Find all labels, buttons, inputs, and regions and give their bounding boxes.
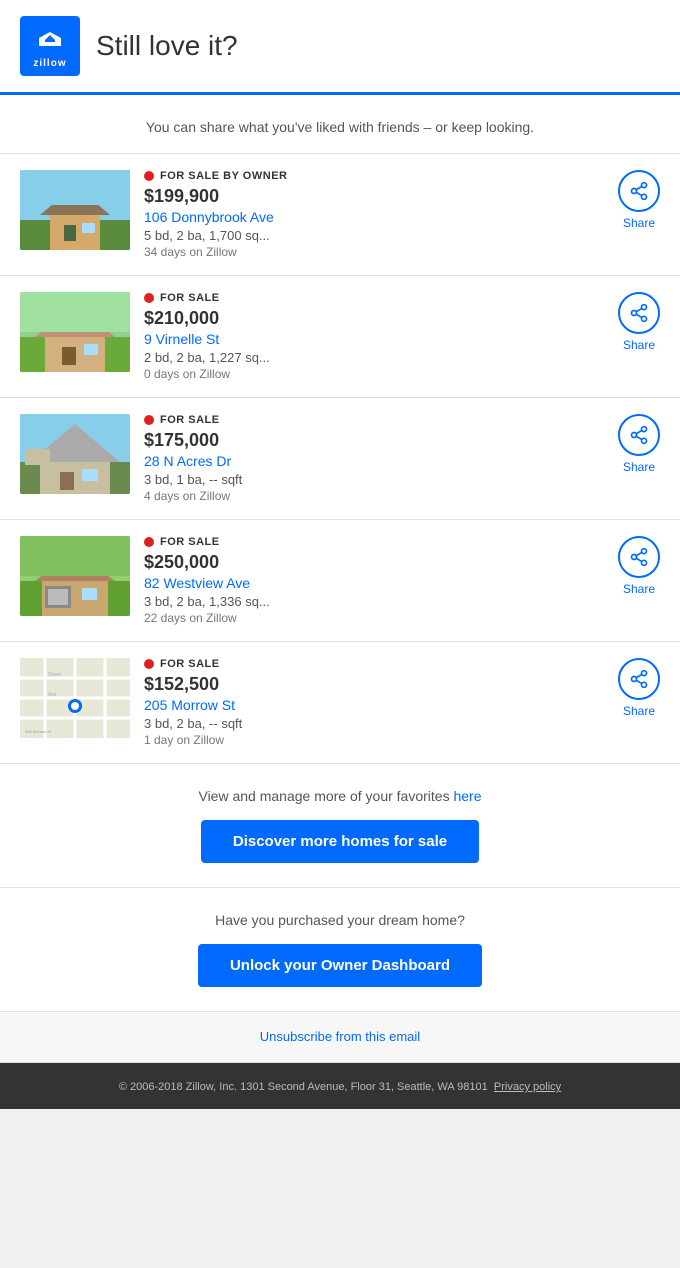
zillow-logo: zillow [20, 16, 80, 76]
status-dot [144, 659, 154, 669]
badge-label: FOR SALE [160, 658, 220, 670]
listing-price-3: $175,000 [144, 430, 608, 451]
listing-days-5: 1 day on Zillow [144, 733, 608, 747]
svg-text:205 Morrow St: 205 Morrow St [25, 729, 52, 734]
unsubscribe-link[interactable]: Unsubscribe from this email [260, 1029, 420, 1044]
owner-dashboard-button[interactable]: Unlock your Owner Dashboard [198, 944, 482, 987]
listing-badge-5: FOR SALE [144, 658, 608, 670]
listing-price-1: $199,900 [144, 186, 608, 207]
listing-address-3[interactable]: 28 N Acres Dr [144, 453, 608, 469]
zillow-wordmark: zillow [33, 58, 66, 69]
zillow-z-icon [35, 24, 65, 58]
listing-details-1: 5 bd, 2 ba, 1,700 sq... [144, 228, 608, 243]
privacy-policy-link[interactable]: Privacy policy [494, 1081, 561, 1093]
listing-price-5: $152,500 [144, 674, 608, 695]
share-label-3: Share [623, 460, 655, 474]
listing-info-3: FOR SALE $175,000 28 N Acres Dr 3 bd, 1 … [144, 414, 608, 503]
owner-text: Have you purchased your dream home? [20, 912, 660, 928]
listing-image-2 [20, 292, 130, 372]
listing-details-4: 3 bd, 2 ba, 1,336 sq... [144, 594, 608, 609]
listing-item: Street Ave 205 Morrow St FOR SALE $152,5… [0, 642, 680, 764]
badge-label: FOR SALE [160, 414, 220, 426]
discover-homes-button[interactable]: Discover more homes for sale [201, 820, 479, 863]
listing-item: FOR SALE $175,000 28 N Acres Dr 3 bd, 1 … [0, 398, 680, 520]
listing-price-4: $250,000 [144, 552, 608, 573]
status-dot [144, 171, 154, 181]
listing-days-2: 0 days on Zillow [144, 367, 608, 381]
favorites-section: View and manage more of your favorites h… [0, 764, 680, 888]
listing-badge-1: FOR SALE BY OWNER [144, 170, 608, 182]
header: zillow Still love it? [0, 0, 680, 95]
share-label-2: Share [623, 338, 655, 352]
listing-badge-4: FOR SALE [144, 536, 608, 548]
footer: © 2006-2018 Zillow, Inc. 1301 Second Ave… [0, 1063, 680, 1109]
listing-badge-3: FOR SALE [144, 414, 608, 426]
listing-days-4: 22 days on Zillow [144, 611, 608, 625]
listing-address-2[interactable]: 9 Virnelle St [144, 331, 608, 347]
share-button-2[interactable]: Share [618, 292, 660, 352]
unsubscribe-section: Unsubscribe from this email [0, 1012, 680, 1063]
share-button-3[interactable]: Share [618, 414, 660, 474]
favorites-text: View and manage more of your favorites h… [20, 788, 660, 804]
listing-address-4[interactable]: 82 Westview Ave [144, 575, 608, 591]
listing-details-2: 2 bd, 2 ba, 1,227 sq... [144, 350, 608, 365]
subtitle-text: You can share what you've liked with fri… [146, 119, 534, 135]
share-circle-icon [618, 414, 660, 456]
listing-info-5: FOR SALE $152,500 205 Morrow St 3 bd, 2 … [144, 658, 608, 747]
listing-info-1: FOR SALE BY OWNER $199,900 106 Donnybroo… [144, 170, 608, 259]
listing-image-3 [20, 414, 130, 494]
owner-section: Have you purchased your dream home? Unlo… [0, 888, 680, 1012]
footer-text: © 2006-2018 Zillow, Inc. 1301 Second Ave… [119, 1081, 561, 1093]
status-dot [144, 415, 154, 425]
share-button-1[interactable]: Share [618, 170, 660, 230]
badge-label: FOR SALE [160, 292, 220, 304]
listing-item: FOR SALE $210,000 9 Virnelle St 2 bd, 2 … [0, 276, 680, 398]
listing-details-5: 3 bd, 2 ba, -- sqft [144, 716, 608, 731]
svg-text:Ave: Ave [48, 692, 57, 698]
status-dot [144, 537, 154, 547]
status-dot [144, 293, 154, 303]
share-circle-icon [618, 658, 660, 700]
share-label-4: Share [623, 582, 655, 596]
badge-label: FOR SALE [160, 536, 220, 548]
svg-text:Street: Street [48, 672, 62, 678]
subtitle-section: You can share what you've liked with fri… [0, 95, 680, 154]
listing-image-4 [20, 536, 130, 616]
share-button-4[interactable]: Share [618, 536, 660, 596]
share-label-5: Share [623, 704, 655, 718]
listing-price-2: $210,000 [144, 308, 608, 329]
listing-address-1[interactable]: 106 Donnybrook Ave [144, 209, 608, 225]
listing-item: FOR SALE BY OWNER $199,900 106 Donnybroo… [0, 154, 680, 276]
share-label-1: Share [623, 216, 655, 230]
listing-item: FOR SALE $250,000 82 Westview Ave 3 bd, … [0, 520, 680, 642]
listing-info-4: FOR SALE $250,000 82 Westview Ave 3 bd, … [144, 536, 608, 625]
listing-image-5: Street Ave 205 Morrow St [20, 658, 130, 738]
share-circle-icon [618, 292, 660, 334]
listing-info-2: FOR SALE $210,000 9 Virnelle St 2 bd, 2 … [144, 292, 608, 381]
badge-label: FOR SALE BY OWNER [160, 170, 287, 182]
listing-image-1 [20, 170, 130, 250]
listing-days-1: 34 days on Zillow [144, 245, 608, 259]
listing-address-5[interactable]: 205 Morrow St [144, 697, 608, 713]
listing-details-3: 3 bd, 1 ba, -- sqft [144, 472, 608, 487]
share-button-5[interactable]: Share [618, 658, 660, 718]
favorites-here-link[interactable]: here [453, 788, 481, 804]
share-circle-icon [618, 536, 660, 578]
share-circle-icon [618, 170, 660, 212]
listing-days-3: 4 days on Zillow [144, 489, 608, 503]
page-title: Still love it? [96, 30, 238, 62]
listing-badge-2: FOR SALE [144, 292, 608, 304]
